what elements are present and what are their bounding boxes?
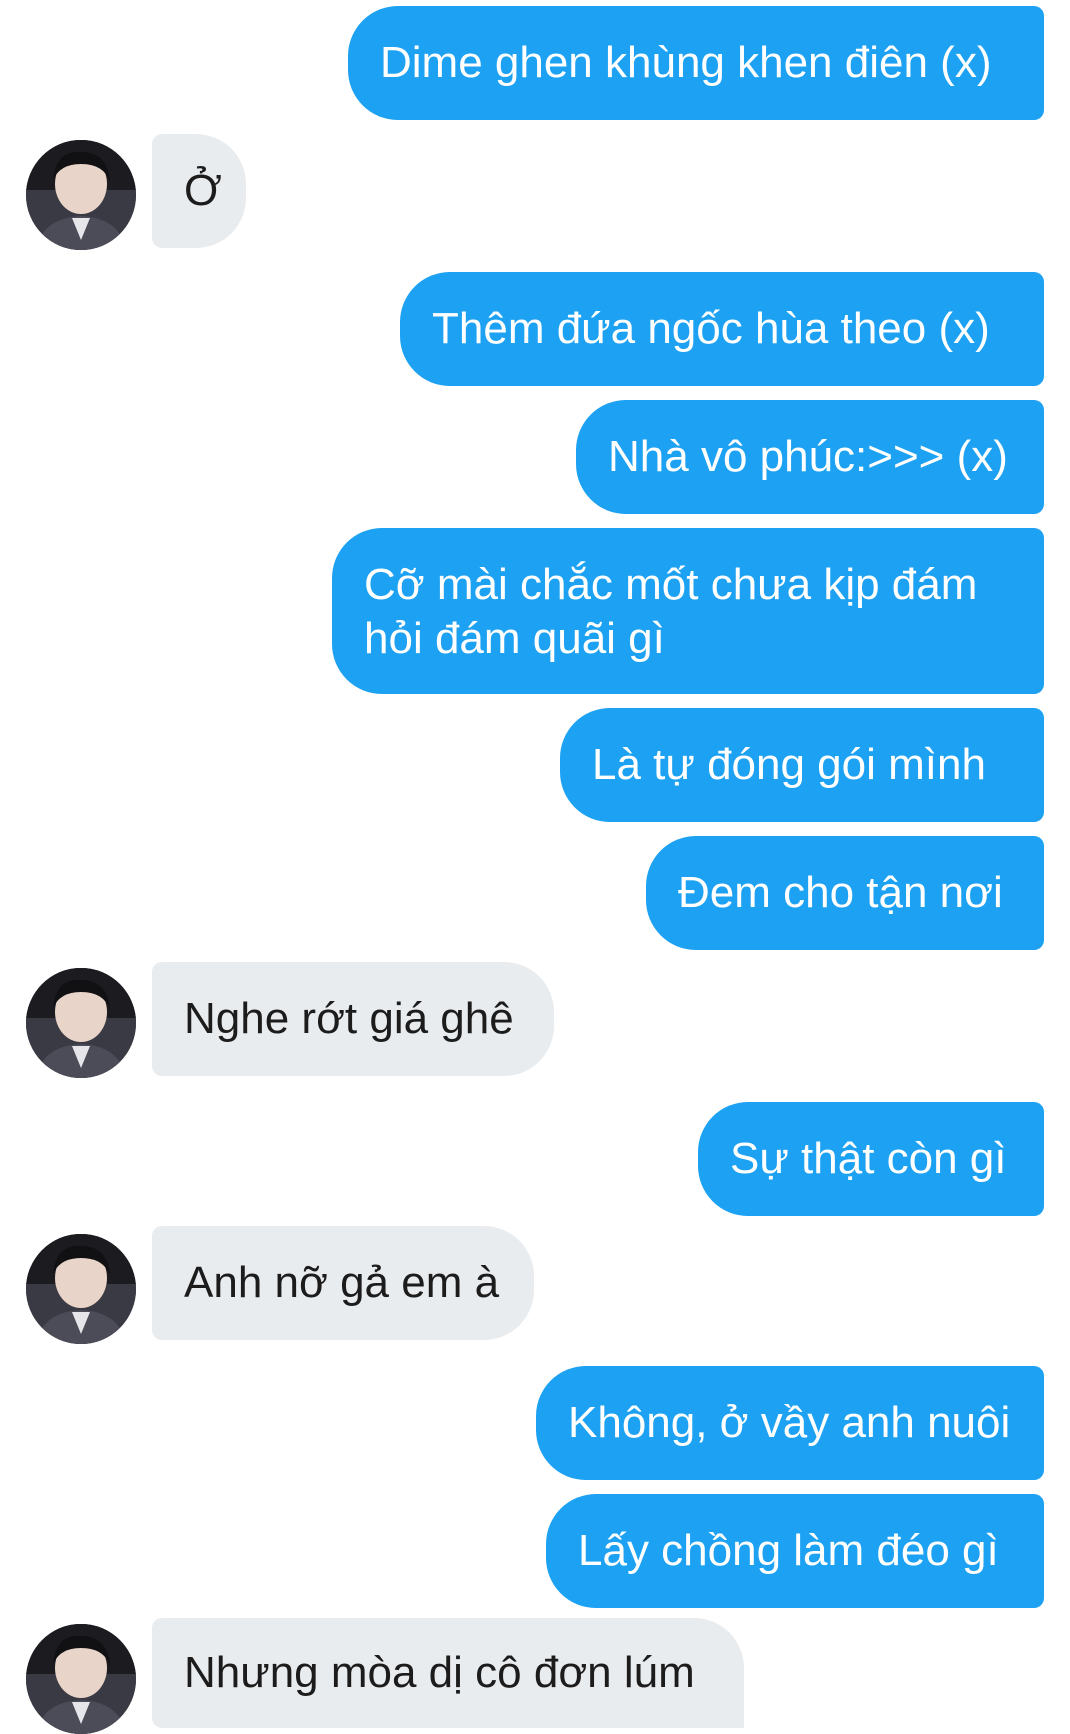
message-bubble-sent[interactable]: Dime ghen khùng khen điên (x) [348, 6, 1044, 120]
message-bubble-sent[interactable]: Sự thật còn gì [698, 1102, 1044, 1216]
contact-avatar[interactable] [26, 1234, 136, 1344]
message-text: Cỡ mài chắc mốt chưa kịp đám hỏi đám quã… [364, 560, 978, 663]
message-bubble-received[interactable]: Nhưng mòa dị cô đơn lúm [152, 1618, 744, 1728]
contact-avatar[interactable] [26, 140, 136, 250]
message-bubble-sent[interactable]: Thêm đứa ngốc hùa theo (x) [400, 272, 1044, 386]
message-text: Nghe rớt giá ghê [184, 994, 514, 1043]
message-text: Đem cho tận nơi [678, 868, 1003, 917]
message-bubble-sent[interactable]: Đem cho tận nơi [646, 836, 1044, 950]
avatar-image [26, 140, 136, 250]
avatar-image [26, 968, 136, 1078]
message-bubble-sent[interactable]: Cỡ mài chắc mốt chưa kịp đám hỏi đám quã… [332, 528, 1044, 694]
message-text: Sự thật còn gì [730, 1134, 1007, 1183]
message-bubble-sent[interactable]: Không, ở vầy anh nuôi [536, 1366, 1044, 1480]
message-text: Nhưng mòa dị cô đơn lúm [184, 1648, 695, 1697]
conversation-thread: Dime ghen khùng khen điên (x) Ở Thêm đứa… [0, 0, 1070, 1734]
avatar-image [26, 1234, 136, 1344]
message-text: Dime ghen khùng khen điên (x) [380, 38, 992, 87]
message-bubble-received[interactable]: Ở [152, 134, 246, 248]
contact-avatar[interactable] [26, 1624, 136, 1734]
message-text: Anh nỡ gả em à [184, 1258, 500, 1307]
message-bubble-sent[interactable]: Lấy chồng làm đéo gì [546, 1494, 1044, 1608]
message-text: Lấy chồng làm đéo gì [578, 1526, 999, 1575]
avatar-image [26, 1624, 136, 1734]
message-text: Nhà vô phúc:>>> (x) [608, 432, 1008, 481]
message-text: Không, ở vầy anh nuôi [568, 1398, 1011, 1447]
message-text: Là tự đóng gói mình [592, 740, 986, 789]
message-bubble-sent[interactable]: Là tự đóng gói mình [560, 708, 1044, 822]
message-bubble-sent[interactable]: Nhà vô phúc:>>> (x) [576, 400, 1044, 514]
message-text: Ở [184, 166, 222, 215]
message-bubble-received[interactable]: Nghe rớt giá ghê [152, 962, 554, 1076]
message-bubble-received[interactable]: Anh nỡ gả em à [152, 1226, 534, 1340]
message-text: Thêm đứa ngốc hùa theo (x) [432, 304, 990, 353]
contact-avatar[interactable] [26, 968, 136, 1078]
